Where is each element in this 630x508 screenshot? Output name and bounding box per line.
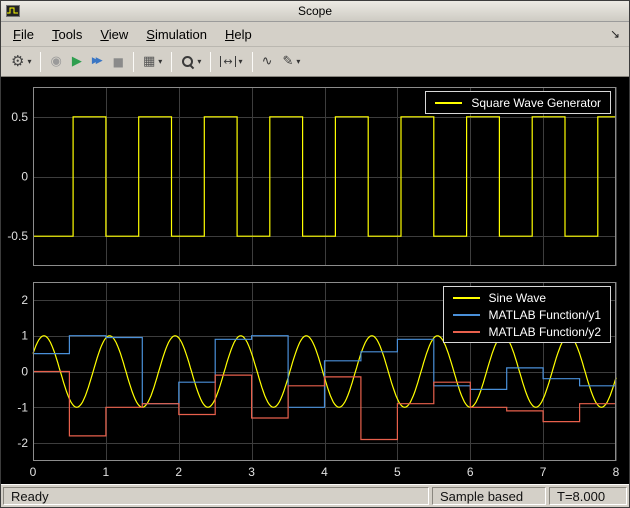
dropdown-arrow-icon: ▾: [296, 57, 301, 66]
svg-text:7: 7: [540, 465, 547, 479]
stop-icon: ■: [112, 54, 124, 69]
svg-text:1: 1: [103, 465, 110, 479]
triggers-button[interactable]: ∿: [257, 50, 278, 74]
dropdown-arrow-icon: ▾: [158, 57, 163, 66]
legend-label: Square Wave Generator: [471, 95, 601, 110]
step-back-button[interactable]: ◉: [45, 50, 66, 74]
dropdown-arrow-icon: ▾: [197, 57, 202, 66]
dock-arrow-icon[interactable]: ↘: [604, 27, 626, 41]
svg-text:-0.5: -0.5: [7, 229, 28, 243]
menubar: File Tools View Simulation Help ↘: [1, 22, 629, 47]
toolbar-separator: [251, 51, 253, 72]
legend-entry: Square Wave Generator: [435, 95, 601, 110]
toolbar: ⚙ ▾ ◉ ▶ ▶▶ ■ ▦ ▾ ▾ ↔ ▾ ∿ ✎ ▾: [1, 47, 629, 77]
run-button[interactable]: ▶: [67, 50, 87, 74]
legend: Square Wave Generator: [425, 91, 611, 114]
svg-text:1: 1: [21, 329, 28, 343]
scope-canvas: -0.5 0 0.5 Square Wave Generator -2 -1 0 1 2 0 1 2…: [1, 77, 629, 484]
legend: Sine Wave MATLAB Function/y1 MATLAB Functi…: [442, 286, 611, 343]
measurements-pen-icon: ✎: [282, 54, 294, 69]
autoscale-span-icon: ↔: [220, 56, 236, 67]
toolbar-separator: [133, 51, 134, 72]
legend-label: Sine Wave: [488, 290, 547, 305]
scope-app-icon: [6, 5, 20, 17]
legend-line-swatch: [452, 296, 480, 299]
zoom-button[interactable]: ▾: [176, 50, 206, 74]
run-icon: ▶: [71, 54, 82, 69]
legend-entry: MATLAB Function/y1: [452, 307, 602, 322]
window-title: Scope: [297, 4, 333, 18]
step-back-icon: ◉: [50, 54, 62, 69]
legend-entry: Sine Wave: [452, 290, 602, 305]
measurements-button[interactable]: ✎ ▾: [277, 50, 305, 74]
titlebar[interactable]: Scope: [1, 1, 629, 22]
svg-text:0: 0: [30, 465, 37, 479]
legend-line-swatch: [452, 313, 480, 316]
legend-label: MATLAB Function/y1: [488, 307, 602, 322]
trigger-waveform-icon: ∿: [261, 54, 273, 69]
svg-text:4: 4: [321, 465, 328, 479]
svg-text:6: 6: [467, 465, 474, 479]
stop-button[interactable]: ■: [108, 50, 129, 74]
status-message: Ready: [3, 487, 429, 505]
toolbar-separator: [210, 51, 212, 72]
bottom-plot-area[interactable]: -2 -1 0 1 2 0 1 2 3 4 5 6 7 8 Sine Wave MATLAB Function…: [3, 274, 627, 482]
menu-simulation[interactable]: Simulation: [137, 24, 216, 45]
scope-window: Scope File Tools View Simulation Help ↘ …: [0, 0, 630, 508]
legend-line-swatch: [452, 330, 480, 333]
stepping-options-button[interactable]: ▦ ▾: [138, 50, 167, 74]
stepping-options-icon: ▦: [143, 54, 156, 69]
svg-text:3: 3: [248, 465, 255, 479]
toolbar-separator: [171, 51, 173, 72]
autoscale-button[interactable]: ↔ ▾: [215, 50, 247, 74]
legend-entry: MATLAB Function/y2: [452, 324, 602, 339]
svg-text:2: 2: [175, 465, 182, 479]
magnifier-icon: [181, 55, 194, 68]
menu-file[interactable]: File: [4, 24, 43, 45]
svg-text:0: 0: [21, 365, 28, 379]
menu-help[interactable]: Help: [216, 24, 261, 45]
svg-text:8: 8: [613, 465, 620, 479]
dropdown-arrow-icon: ▾: [238, 57, 243, 66]
statusbar: Ready Sample based T=8.000: [1, 484, 629, 507]
sample-mode-indicator: Sample based: [432, 487, 546, 505]
top-plot-area[interactable]: -0.5 0 0.5 Square Wave Generator: [3, 79, 627, 271]
settings-button[interactable]: ⚙ ▾: [6, 50, 36, 74]
step-forward-button[interactable]: ▶▶: [87, 50, 108, 74]
svg-text:-2: -2: [17, 436, 28, 450]
step-forward-icon: ▶▶: [91, 56, 103, 66]
menu-tools[interactable]: Tools: [43, 24, 91, 45]
legend-line-swatch: [435, 101, 463, 104]
svg-text:2: 2: [21, 293, 28, 307]
svg-text:0.5: 0.5: [11, 110, 28, 124]
svg-text:-1: -1: [17, 400, 28, 414]
menu-view[interactable]: View: [91, 24, 137, 45]
toolbar-separator: [40, 51, 42, 72]
svg-text:5: 5: [394, 465, 401, 479]
dropdown-arrow-icon: ▾: [27, 57, 32, 66]
gear-icon: ⚙: [11, 52, 25, 70]
legend-label: MATLAB Function/y2: [488, 324, 602, 339]
svg-text:0: 0: [21, 170, 28, 184]
simulation-time-indicator: T=8.000: [549, 487, 627, 505]
